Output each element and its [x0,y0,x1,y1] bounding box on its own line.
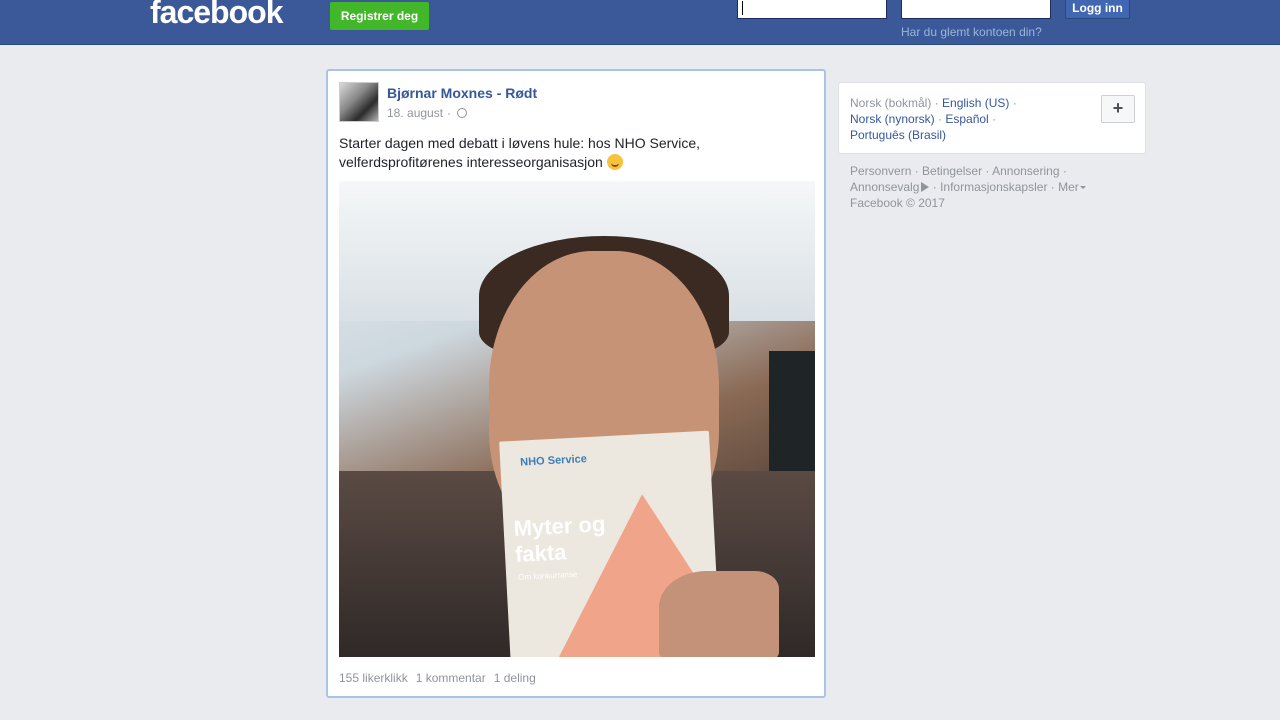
smile-emoji-icon [606,154,623,170]
post-text-content: Starter dagen med debatt i løvens hule: … [339,135,701,170]
language-selector: Norsk (bokmål) · English (US) · Norsk (n… [838,82,1146,154]
booklet-title: Myter og fakta [513,511,607,568]
author-avatar[interactable] [339,82,379,122]
plus-icon[interactable]: + [1101,95,1135,123]
post-text: Starter dagen med debatt i løvens hule: … [339,134,809,172]
post-stats: 155 likerklikk 1 kommentar 1 deling [339,671,536,685]
post-photo[interactable]: NHO Service Myter og fakta Om konkurrans… [339,181,815,657]
caret-down-icon [1079,186,1086,189]
post-author[interactable]: Bjørnar Moxnes - Rødt [387,85,537,101]
language-link-nynorsk[interactable]: Norsk (nynorsk) [850,112,935,126]
login-button[interactable]: Logg inn [1065,0,1130,19]
footer-link-more[interactable]: Mer [1058,180,1079,194]
language-link-portugues[interactable]: Português (Brasil) [850,128,946,142]
password-input[interactable] [901,0,1051,19]
current-language: Norsk (bokmål) [850,96,932,110]
comments-count[interactable]: 1 kommentar [416,671,486,685]
adchoices-icon [921,182,930,192]
footer-link-terms[interactable]: Betingelser [922,164,982,178]
footer-copyright: Facebook © 2017 [850,196,945,210]
post-card: Bjørnar Moxnes - Rødt 18. august · Start… [326,69,826,698]
globe-icon[interactable] [457,108,468,118]
photo-hand [659,571,779,657]
footer-link-adchoices[interactable]: Annonsevalg [850,180,919,194]
forgot-account-link[interactable]: Har du glemt kontoen din? [901,25,1042,39]
footer-link-advertising[interactable]: Annonsering [992,164,1059,178]
footer-link-privacy[interactable]: Personvern [850,164,911,178]
facebook-logo[interactable]: facebook [150,0,283,32]
booklet-brand: NHO Service [519,453,588,469]
register-button[interactable]: Registrer deg [330,2,429,30]
meta-separator: · [447,106,452,120]
shares-count[interactable]: 1 deling [494,671,536,685]
likes-count[interactable]: 155 likerklikk [339,671,408,685]
language-list: Norsk (bokmål) · English (US) · Norsk (n… [850,96,1017,142]
language-link-espanol[interactable]: Español [945,112,988,126]
booklet-title-line2: fakta [514,539,567,567]
text-caret [742,1,743,15]
booklet-title-line1: Myter og [513,511,606,541]
footer-links: Personvern · Betingelser · Annonsering ·… [850,163,1150,211]
post-date[interactable]: 18. august [387,106,443,120]
footer-link-cookies[interactable]: Informasjonskapsler [940,180,1047,194]
post-meta: 18. august · [387,106,468,120]
email-input[interactable] [737,0,887,19]
top-bar: facebook Registrer deg Logg inn Har du g… [0,0,1280,45]
language-link-english[interactable]: English (US) [942,96,1009,110]
